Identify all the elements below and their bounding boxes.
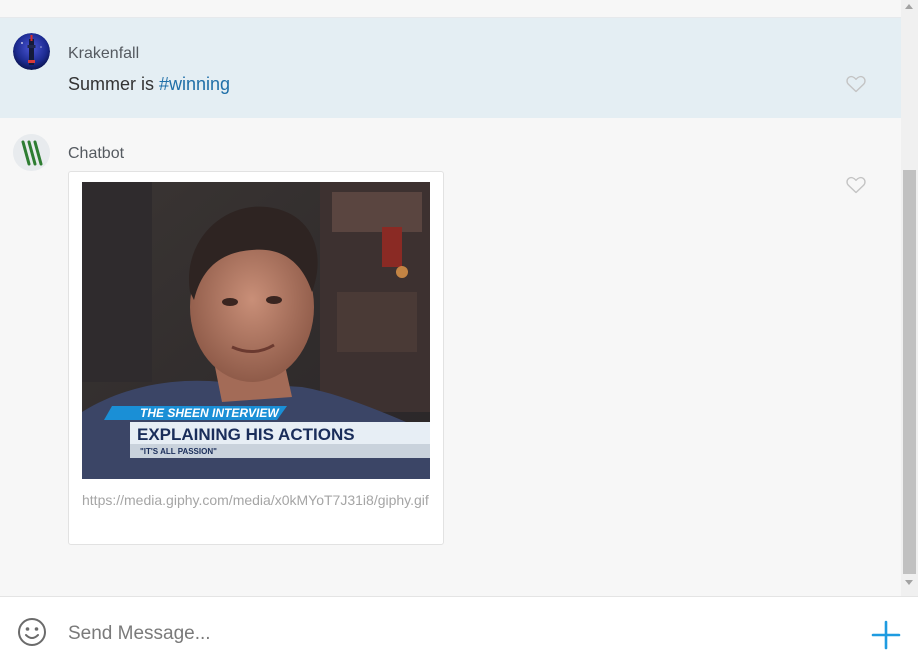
attach-plus-button[interactable] xyxy=(870,619,902,651)
message-item: Krakenfall Summer is #winning xyxy=(0,18,901,118)
message-composer xyxy=(0,596,918,665)
like-heart-icon[interactable] xyxy=(846,75,866,93)
scroll-up-arrow-icon[interactable] xyxy=(905,4,913,9)
banner-main-text: EXPLAINING HIS ACTIONS xyxy=(137,425,355,444)
top-divider xyxy=(0,0,901,18)
plus-icon xyxy=(871,620,901,650)
like-heart-icon[interactable] xyxy=(846,176,866,194)
message-list-scrollbar[interactable] xyxy=(901,0,918,596)
gif-url-link[interactable]: https://media.giphy.com/media/x0kMYoT7J3… xyxy=(82,488,432,512)
banner-sub-text: "IT'S ALL PASSION" xyxy=(140,447,217,456)
smiley-icon xyxy=(18,618,46,646)
message-list: Krakenfall Summer is #winning Chatbot TH… xyxy=(0,0,901,596)
username[interactable]: Chatbot xyxy=(68,145,124,163)
chatbot-logo-icon xyxy=(13,134,50,171)
banner-top-text: THE SHEEN INTERVIEW xyxy=(140,406,280,420)
user-avatar-icon xyxy=(13,33,50,70)
username[interactable]: Krakenfall xyxy=(68,45,139,63)
emoji-picker-button[interactable] xyxy=(17,617,47,647)
message-text-plain: Summer is xyxy=(68,74,160,94)
hashtag-link[interactable]: #winning xyxy=(159,74,230,94)
message-input[interactable] xyxy=(66,619,830,649)
chatbot-avatar[interactable] xyxy=(13,134,50,171)
gif-image[interactable]: THE SHEEN INTERVIEW EXPLAINING HIS ACTIO… xyxy=(82,182,430,479)
user-avatar[interactable] xyxy=(13,33,50,70)
gif-embed-card: THE SHEEN INTERVIEW EXPLAINING HIS ACTIO… xyxy=(68,171,444,545)
scroll-thumb[interactable] xyxy=(903,170,916,574)
scroll-down-arrow-icon[interactable] xyxy=(905,580,913,585)
message-text: Summer is #winning xyxy=(68,74,230,95)
